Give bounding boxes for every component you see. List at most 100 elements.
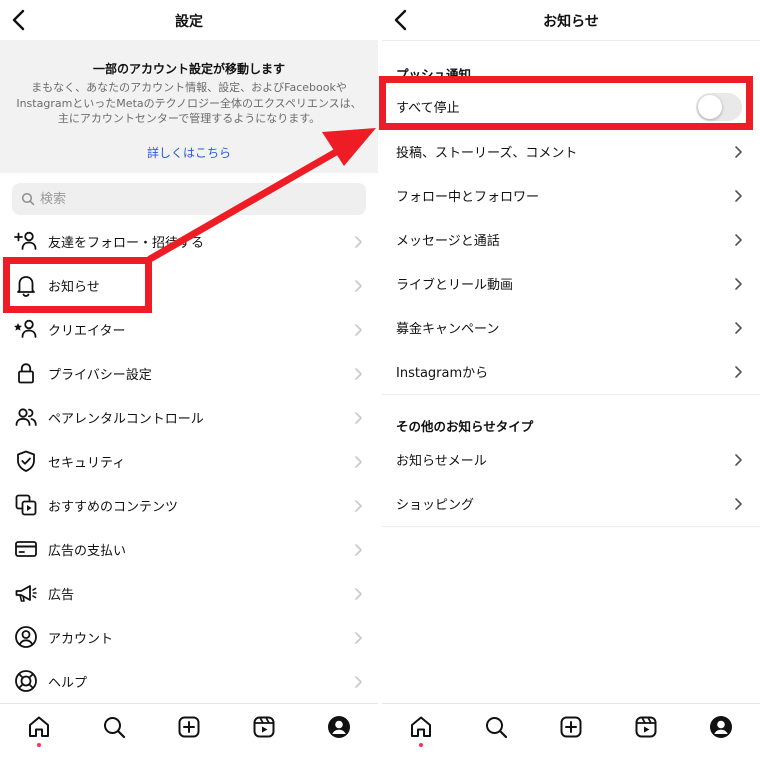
item-label: 投稿、ストーリーズ、コメント	[396, 146, 578, 161]
search-bar[interactable]	[12, 183, 366, 215]
tab-create[interactable]	[176, 714, 202, 740]
section-divider	[382, 394, 760, 395]
chevron-right-icon	[732, 496, 744, 510]
item-label: ショッピング	[396, 498, 475, 513]
create-icon	[560, 716, 582, 738]
item-label: Instagramから	[396, 366, 489, 381]
search-input[interactable]	[40, 189, 340, 209]
search-icon	[104, 717, 126, 739]
chevron-right-icon	[732, 232, 744, 246]
menu-item-suggested-content[interactable]: おすすめのコンテンツ	[0, 483, 378, 527]
menu-label: ヘルプ	[48, 676, 88, 691]
tab-reels[interactable]	[633, 714, 659, 740]
chevron-right-icon	[352, 454, 364, 468]
profile-icon	[710, 716, 732, 738]
menu-label: 広告の支払い	[48, 544, 127, 559]
chevron-right-icon	[352, 498, 364, 512]
chevron-right-icon	[732, 276, 744, 290]
page-title: 設定	[175, 14, 203, 30]
tab-profile[interactable]	[708, 714, 734, 740]
chevron-right-icon	[352, 366, 364, 380]
chevron-right-icon	[732, 320, 744, 334]
settings-header: 設定	[0, 0, 378, 40]
add-person-icon	[13, 228, 39, 254]
menu-item-ads[interactable]: 広告	[0, 571, 378, 615]
bottom-tab-bar	[382, 703, 760, 757]
tab-create[interactable]	[558, 714, 584, 740]
lock-icon	[13, 360, 39, 386]
menu-label: 広告	[48, 588, 75, 603]
chevron-right-icon	[352, 278, 364, 292]
search-icon	[486, 717, 508, 739]
menu-item-security[interactable]: セキュリティ	[0, 439, 378, 483]
menu-item-help[interactable]: ヘルプ	[0, 659, 378, 703]
lifebuoy-icon	[13, 668, 39, 694]
tab-reels[interactable]	[251, 714, 277, 740]
notif-item-shopping[interactable]: ショッピング	[382, 481, 760, 525]
chevron-right-icon	[352, 674, 364, 688]
menu-label: アカウント	[48, 632, 114, 647]
menu-item-parental-control[interactable]: ペアレンタルコントロール	[0, 395, 378, 439]
megaphone-icon	[13, 580, 39, 606]
notice-body: まもなく、あなたのアカウント情報、設定、およびFacebookやInstagra…	[16, 81, 362, 125]
account-notice: 一部のアカウント設定が移動します まもなく、あなたのアカウント情報、設定、および…	[0, 40, 378, 173]
card-icon	[13, 536, 39, 562]
learn-more-link[interactable]: 詳しくはこちら	[0, 144, 378, 161]
item-label: フォロー中とフォロワー	[396, 190, 540, 205]
menu-item-ad-payments[interactable]: 広告の支払い	[0, 527, 378, 571]
notif-item-following-followers[interactable]: フォロー中とフォロワー	[382, 173, 760, 217]
item-label: お知らせメール	[396, 454, 487, 469]
tab-search[interactable]	[483, 714, 509, 740]
menu-label: おすすめのコンテンツ	[48, 500, 179, 515]
profile-icon	[328, 716, 350, 738]
chevron-right-icon	[732, 144, 744, 158]
chevron-right-icon	[352, 586, 364, 600]
notice-title: 一部のアカウント設定が移動します	[92, 62, 285, 76]
highlight-box-pause-all	[379, 76, 753, 130]
suggested-content-icon	[13, 492, 39, 518]
notif-item-from-instagram[interactable]: Instagramから	[382, 349, 760, 393]
item-label: メッセージと通話	[396, 234, 500, 249]
page-title: お知らせ	[543, 14, 599, 30]
item-label: 募金キャンペーン	[396, 322, 500, 337]
item-label: ライブとリール動画	[396, 278, 514, 293]
menu-item-privacy[interactable]: プライバシー設定	[0, 351, 378, 395]
chevron-right-icon	[352, 410, 364, 424]
home-icon	[411, 716, 431, 737]
chevron-right-icon	[352, 234, 364, 248]
notification-dot	[37, 743, 41, 747]
notifications-header: お知らせ	[382, 0, 760, 40]
menu-item-account[interactable]: アカウント	[0, 615, 378, 659]
notif-item-messages-calls[interactable]: メッセージと通話	[382, 217, 760, 261]
chevron-right-icon	[732, 364, 744, 378]
notif-item-posts-stories-comments[interactable]: 投稿、ストーリーズ、コメント	[382, 129, 760, 173]
create-icon	[178, 716, 200, 738]
menu-label: 友達をフォロー・招待する	[48, 236, 205, 251]
home-icon	[29, 716, 49, 737]
menu-label: プライバシー設定	[48, 368, 152, 383]
tab-home[interactable]	[26, 714, 52, 740]
shield-icon	[13, 448, 39, 474]
reels-icon	[635, 716, 657, 738]
header-divider	[382, 40, 760, 41]
tab-search[interactable]	[101, 714, 127, 740]
notification-dot	[419, 743, 423, 747]
tab-profile[interactable]	[326, 714, 352, 740]
chevron-right-icon	[352, 322, 364, 336]
other-section-heading: その他のお知らせタイプ	[396, 419, 534, 434]
notif-item-fundraisers[interactable]: 募金キャンペーン	[382, 305, 760, 349]
bottom-tab-bar	[0, 703, 378, 757]
tab-home[interactable]	[408, 714, 434, 740]
chevron-right-icon	[732, 452, 744, 466]
menu-label: セキュリティ	[48, 456, 126, 471]
search-icon	[21, 192, 35, 206]
settings-panel: 設定 一部のアカウント設定が移動します まもなく、あなたのアカウント情報、設定、…	[0, 0, 378, 757]
notif-item-live-reels[interactable]: ライブとリール動画	[382, 261, 760, 305]
chevron-right-icon	[732, 188, 744, 202]
highlight-box-notifications	[3, 257, 152, 313]
notif-item-email[interactable]: お知らせメール	[382, 437, 760, 481]
chevron-right-icon	[352, 542, 364, 556]
menu-item-creator[interactable]: クリエイター	[0, 307, 378, 351]
menu-label: ペアレンタルコントロール	[48, 412, 204, 427]
people-icon	[13, 404, 39, 430]
